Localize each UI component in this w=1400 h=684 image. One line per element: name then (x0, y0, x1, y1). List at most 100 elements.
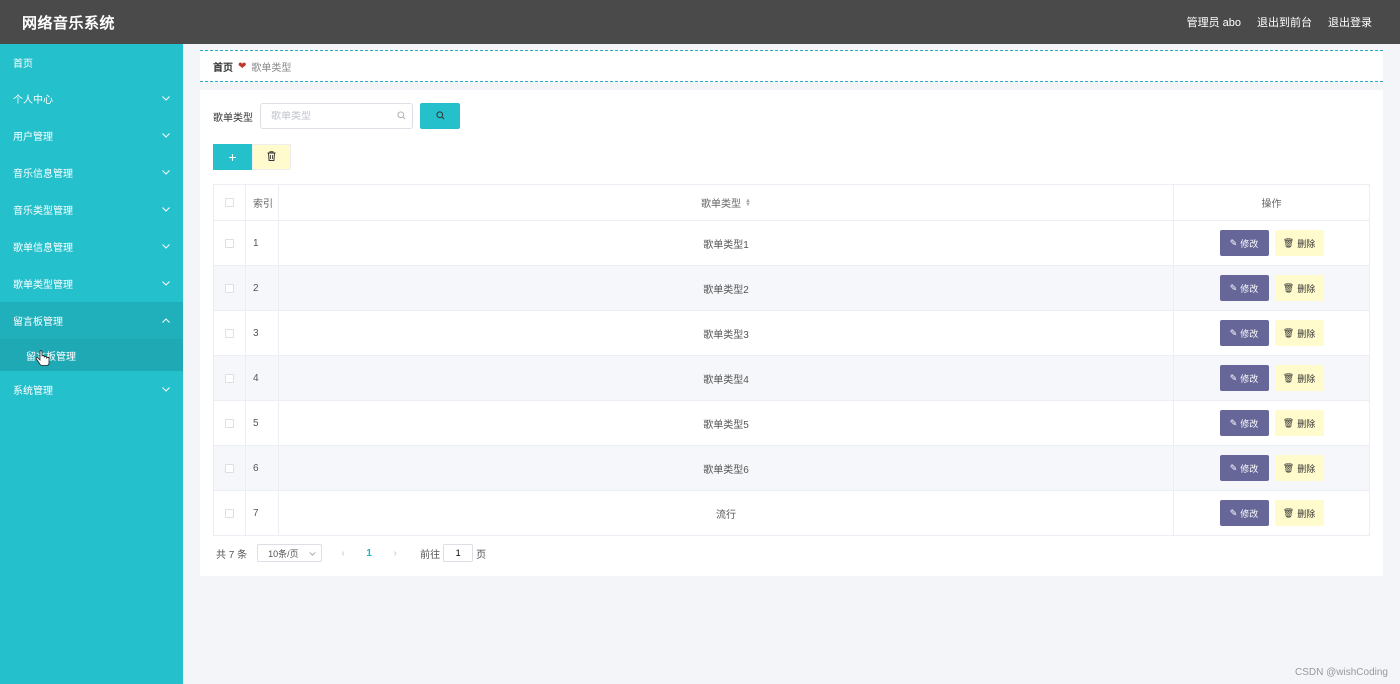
batch-delete-button[interactable] (252, 144, 291, 170)
edit-icon: ✎ (1229, 507, 1238, 518)
page-size-select[interactable]: 10条/页 (257, 544, 323, 562)
trash-icon: 🗑 (1282, 372, 1295, 383)
delete-button[interactable]: 🗑 删除 (1274, 230, 1324, 256)
add-button[interactable]: + (213, 144, 252, 170)
sidebar-item-label: 音乐类型管理 (13, 206, 73, 217)
delete-label: 删除 (1297, 328, 1316, 339)
row-checkbox[interactable] (225, 373, 234, 383)
sidebar-item-message-board[interactable]: 留言板管理 (0, 302, 183, 339)
app-title: 网络音乐系统 (22, 14, 116, 32)
row-checkbox[interactable] (225, 463, 234, 473)
row-index: 7 (246, 491, 279, 535)
delete-button[interactable]: 🗑 删除 (1274, 275, 1324, 301)
row-checkbox[interactable] (225, 328, 234, 338)
delete-label: 删除 (1297, 463, 1316, 474)
sidebar-item-system[interactable]: 系统管理 (0, 371, 183, 408)
row-name: 歌单类型5 (279, 401, 1174, 445)
row-index: 2 (246, 266, 279, 310)
search-input[interactable] (271, 110, 391, 122)
sidebar-subitem-message-board[interactable]: 留言板管理 (0, 339, 183, 371)
search-button[interactable] (420, 103, 460, 129)
row-index: 5 (246, 401, 279, 445)
edit-button[interactable]: ✎ 修改 (1219, 500, 1269, 526)
row-checkbox[interactable] (225, 508, 234, 518)
row-ops: ✎ 修改 🗑 删除 (1174, 311, 1369, 355)
page-number-current[interactable]: 1 (356, 548, 382, 559)
next-page-icon[interactable]: › (382, 548, 408, 559)
delete-button[interactable]: 🗑 删除 (1274, 365, 1324, 391)
header-name[interactable]: 歌单类型 ▲ ▼ (279, 185, 1174, 220)
table-row: 2 歌单类型2 ✎ 修改 🗑 删除 (214, 266, 1369, 311)
goto-page-input[interactable] (443, 544, 474, 562)
delete-label: 删除 (1297, 238, 1316, 249)
sort-icon[interactable]: ▲ ▼ (745, 198, 751, 208)
sidebar-item-music-type[interactable]: 音乐类型管理 (0, 191, 183, 228)
heart-separator-icon: ❤ (238, 60, 247, 72)
edit-icon: ✎ (1229, 327, 1238, 338)
sidebar-item-home[interactable]: 首页 (0, 44, 183, 80)
row-name: 歌单类型6 (279, 446, 1174, 490)
edit-icon: ✎ (1229, 462, 1238, 473)
sidebar-item-music-info[interactable]: 音乐信息管理 (0, 154, 183, 191)
delete-button[interactable]: 🗑 删除 (1274, 410, 1324, 436)
main-content: 首页 ❤ 歌单类型 歌单类型 + 索引 (200, 50, 1383, 576)
header-ops: 操作 (1261, 199, 1282, 210)
row-ops: ✎ 修改 🗑 删除 (1174, 221, 1369, 265)
breadcrumb-current: 歌单类型 (251, 62, 292, 74)
sidebar-item-label: 首页 (13, 58, 33, 70)
chevron-down-icon (309, 548, 316, 558)
edit-label: 修改 (1240, 373, 1259, 384)
trash-icon: 🗑 (1282, 237, 1295, 248)
row-checkbox[interactable] (225, 418, 234, 428)
edit-button[interactable]: ✎ 修改 (1219, 410, 1269, 436)
table-row: 7 流行 ✎ 修改 🗑 删除 (214, 491, 1369, 536)
search-row: 歌单类型 (213, 103, 460, 129)
breadcrumb-home[interactable]: 首页 (213, 59, 233, 74)
delete-label: 删除 (1297, 283, 1316, 294)
chevron-down-icon (161, 131, 171, 141)
prev-page-icon[interactable]: ‹ (330, 548, 356, 559)
content-panel: 歌单类型 + 索引 歌单类型 ▲▼ (200, 90, 1383, 576)
row-index: 6 (246, 446, 279, 490)
sidebar-item-label: 歌单类型管理 (13, 280, 73, 291)
header-checkbox-cell (214, 185, 246, 220)
edit-button[interactable]: ✎ 修改 (1219, 230, 1269, 256)
sidebar-item-label: 歌单信息管理 (13, 243, 73, 254)
goto-suffix: 页 (476, 549, 487, 561)
trash-icon: 🗑 (1282, 282, 1295, 293)
sidebar-item-label: 个人中心 (13, 95, 53, 106)
edit-button[interactable]: ✎ 修改 (1219, 365, 1269, 391)
row-checkbox[interactable] (225, 283, 234, 293)
row-index: 4 (246, 356, 279, 400)
row-name: 歌单类型2 (279, 266, 1174, 310)
sidebar-item-user-management[interactable]: 用户管理 (0, 117, 183, 154)
trash-icon: 🗑 (1282, 417, 1295, 428)
chevron-down-icon (161, 168, 171, 178)
sidebar-item-label: 音乐信息管理 (13, 169, 73, 180)
exit-to-front-link[interactable]: 退出到前台 (1257, 14, 1312, 30)
row-ops: ✎ 修改 🗑 删除 (1174, 401, 1369, 445)
table-header: 索引 歌单类型 ▲ ▼ 操作 (214, 185, 1369, 221)
select-all-checkbox[interactable] (225, 198, 234, 207)
header-name-label: 歌单类型 (701, 199, 742, 210)
delete-button[interactable]: 🗑 删除 (1274, 500, 1324, 526)
sidebar-item-playlist-info[interactable]: 歌单信息管理 (0, 228, 183, 265)
edit-button[interactable]: ✎ 修改 (1219, 455, 1269, 481)
edit-button[interactable]: ✎ 修改 (1219, 275, 1269, 301)
logout-link[interactable]: 退出登录 (1328, 14, 1372, 30)
delete-button[interactable]: 🗑 删除 (1274, 320, 1324, 346)
sidebar-item-personal-center[interactable]: 个人中心 (0, 80, 183, 117)
total-count: 共 7 条 (216, 549, 248, 561)
sidebar-item-playlist-type[interactable]: 歌单类型管理 (0, 265, 183, 302)
edit-button[interactable]: ✎ 修改 (1219, 320, 1269, 346)
row-name: 歌单类型4 (279, 356, 1174, 400)
edit-icon: ✎ (1229, 237, 1238, 248)
table-row: 6 歌单类型6 ✎ 修改 🗑 删除 (214, 446, 1369, 491)
search-icon (435, 109, 445, 123)
chevron-down-icon (161, 94, 171, 104)
sidebar-item-label: 系统管理 (13, 386, 53, 397)
sidebar-item-label: 用户管理 (13, 132, 53, 143)
delete-button[interactable]: 🗑 删除 (1274, 455, 1324, 481)
chevron-down-icon (161, 279, 171, 289)
row-checkbox[interactable] (225, 238, 234, 248)
